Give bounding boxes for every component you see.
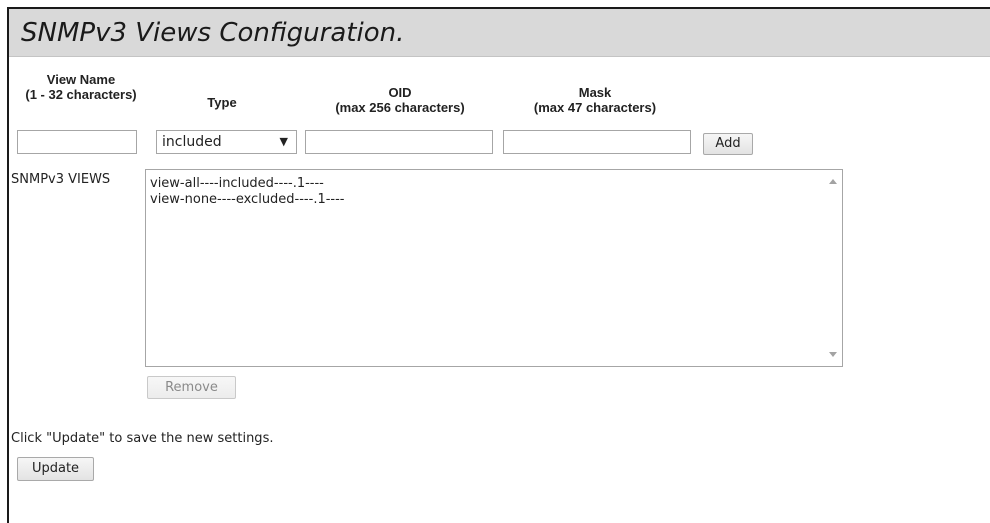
mask-header: Mask (max 47 characters)	[505, 85, 685, 115]
title-bar: SNMPv3 Views Configuration.	[9, 9, 990, 57]
update-button-label: Update	[31, 461, 80, 476]
scroll-up-arrow-icon[interactable]	[829, 179, 837, 184]
remove-button-label: Remove	[165, 380, 218, 395]
remove-button[interactable]: Remove	[147, 376, 236, 399]
list-item[interactable]: view-all----included----.1----	[150, 176, 324, 192]
type-select-value: included	[162, 134, 222, 150]
add-button[interactable]: Add	[703, 133, 753, 155]
oid-header-line2: (max 256 characters)	[335, 100, 465, 115]
oid-header-line1: OID	[388, 85, 412, 100]
oid-input[interactable]	[305, 130, 493, 154]
listbox-scrollbar[interactable]	[825, 170, 842, 366]
list-item[interactable]: view-none----excluded----.1----	[150, 192, 345, 208]
view-name-header: View Name (1 - 32 characters)	[11, 72, 151, 102]
view-name-header-line1: View Name	[46, 72, 116, 87]
views-listbox[interactable]: view-all----included----.1---- view-none…	[145, 169, 843, 367]
type-select[interactable]: included ▼	[156, 130, 297, 154]
oid-header: OID (max 256 characters)	[305, 85, 495, 115]
view-name-input[interactable]	[17, 130, 137, 154]
views-list-label: SNMPv3 VIEWS	[11, 172, 111, 187]
scroll-down-arrow-icon[interactable]	[829, 352, 837, 357]
mask-header-line2: (max 47 characters)	[533, 100, 657, 115]
update-hint: Click "Update" to save the new settings.	[11, 431, 274, 446]
mask-input[interactable]	[503, 130, 691, 154]
update-button[interactable]: Update	[17, 457, 94, 481]
mask-header-line1: Mask	[578, 85, 612, 100]
type-header: Type	[159, 95, 285, 110]
page-title: SNMPv3 Views Configuration.	[21, 18, 405, 48]
chevron-down-icon: ▼	[279, 135, 288, 148]
add-button-label: Add	[715, 136, 741, 151]
page-frame: SNMPv3 Views Configuration. View Name (1…	[7, 7, 990, 523]
view-name-header-line2: (1 - 32 characters)	[25, 87, 137, 102]
type-header-label: Type	[207, 95, 237, 110]
